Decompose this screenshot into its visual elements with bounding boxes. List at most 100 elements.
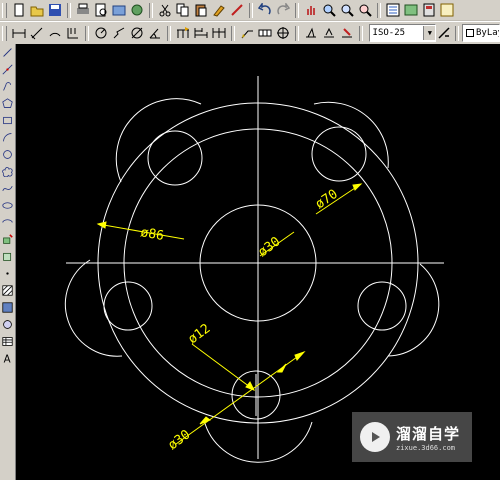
- toolbar-separator: [166, 25, 171, 41]
- lug-arc[interactable]: [313, 101, 389, 169]
- diameter-dim-icon[interactable]: [129, 25, 145, 41]
- revision-cloud-icon[interactable]: [1, 163, 14, 180]
- dim-style-select[interactable]: ISO-25 ▼: [368, 24, 437, 42]
- zoom-realtime-icon[interactable]: [321, 2, 337, 18]
- aligned-dim-icon[interactable]: [29, 25, 45, 41]
- multiline-text-icon[interactable]: A: [1, 350, 14, 367]
- polyline-icon[interactable]: [1, 78, 14, 95]
- 3d-publish-icon[interactable]: [129, 2, 145, 18]
- lug-arc[interactable]: [115, 98, 202, 183]
- layer-select[interactable]: ByLay: [462, 24, 500, 42]
- dim-text-30-bottom: ø30: [166, 427, 194, 453]
- toolbar-separator: [377, 2, 381, 18]
- print-icon[interactable]: [75, 2, 91, 18]
- layer-label: ByLay: [476, 28, 499, 38]
- tolerance-icon[interactable]: [257, 25, 273, 41]
- match-properties-icon[interactable]: [211, 2, 227, 18]
- ellipse-arc-icon[interactable]: [1, 214, 14, 231]
- toolbar-separator: [149, 2, 153, 18]
- dim-text-edit-icon[interactable]: [321, 25, 337, 41]
- baseline-dim-icon[interactable]: [193, 25, 209, 41]
- dim-arrow: [276, 363, 287, 373]
- save-icon[interactable]: [47, 2, 63, 18]
- tool-palettes-icon[interactable]: [421, 2, 437, 18]
- arc-icon[interactable]: [1, 129, 14, 146]
- new-icon[interactable]: [11, 2, 27, 18]
- dim-update-icon[interactable]: [339, 25, 355, 41]
- spline-icon[interactable]: [1, 180, 14, 197]
- ordinate-dim-icon[interactable]: [65, 25, 81, 41]
- bolt-hole[interactable]: [357, 281, 407, 331]
- open-icon[interactable]: [29, 2, 45, 18]
- dim-style-manager-icon[interactable]: [437, 25, 451, 41]
- dim-text-30-center: ø30: [256, 234, 284, 260]
- gradient-icon[interactable]: [1, 299, 14, 316]
- toolbar-separator: [455, 25, 459, 41]
- watermark-brand: 溜溜自学: [396, 424, 461, 443]
- arc-length-icon[interactable]: [47, 25, 63, 41]
- properties-icon[interactable]: [385, 2, 401, 18]
- sheet-set-icon[interactable]: [439, 2, 455, 18]
- radius-dim-icon[interactable]: [93, 25, 109, 41]
- standard-toolbar: [0, 0, 500, 21]
- dim-leader-12[interactable]: [191, 343, 255, 391]
- dim-edit-icon[interactable]: [303, 25, 319, 41]
- zoom-window-icon[interactable]: [339, 2, 355, 18]
- rectangle-icon[interactable]: [1, 112, 14, 129]
- play-logo-icon: [360, 422, 390, 452]
- toolbar-separator: [67, 2, 71, 18]
- continue-dim-icon[interactable]: [211, 25, 227, 41]
- cut-icon[interactable]: [157, 2, 173, 18]
- toolbar-grip[interactable]: [2, 25, 7, 41]
- angular-dim-icon[interactable]: [147, 25, 163, 41]
- jogged-dim-icon[interactable]: [111, 25, 127, 41]
- redo-icon[interactable]: [275, 2, 291, 18]
- paste-icon[interactable]: [193, 2, 209, 18]
- line-icon[interactable]: [1, 44, 14, 61]
- bolt-hole[interactable]: [311, 126, 367, 182]
- lug-arc[interactable]: [387, 263, 440, 357]
- toolbar-separator: [358, 25, 363, 41]
- dim-text-86: ø86: [139, 225, 165, 244]
- color-swatch: [466, 29, 474, 37]
- quick-dim-icon[interactable]: [175, 25, 191, 41]
- hatch-icon[interactable]: [1, 282, 14, 299]
- toolbar-separator: [249, 2, 253, 18]
- design-center-icon[interactable]: [403, 2, 419, 18]
- circle-icon[interactable]: [1, 146, 14, 163]
- polygon-icon[interactable]: [1, 95, 14, 112]
- dim-text-12: ø12: [186, 321, 214, 347]
- block-editor-icon[interactable]: [229, 2, 245, 18]
- dim-arrow: [294, 350, 306, 361]
- region-icon[interactable]: [1, 316, 14, 333]
- toolbar-separator: [294, 25, 299, 41]
- bolt-hole[interactable]: [103, 281, 153, 331]
- center-mark-icon[interactable]: [275, 25, 291, 41]
- ellipse-icon[interactable]: [1, 197, 14, 214]
- make-block-icon[interactable]: [1, 248, 14, 265]
- chevron-down-icon[interactable]: ▼: [423, 26, 436, 40]
- watermark: 溜溜自学 zixue.3d66.com: [352, 412, 472, 462]
- insert-block-icon[interactable]: [1, 231, 14, 248]
- print-preview-icon[interactable]: [93, 2, 109, 18]
- draw-toolbar: A: [0, 44, 16, 480]
- lug-arc[interactable]: [64, 259, 123, 357]
- dim-style-value: ISO-25: [372, 28, 406, 38]
- table-icon[interactable]: [1, 333, 14, 350]
- point-icon[interactable]: [1, 265, 14, 282]
- svg-text:A: A: [4, 354, 11, 364]
- toolbar-separator: [295, 2, 299, 18]
- leader-icon[interactable]: [239, 25, 255, 41]
- undo-icon[interactable]: [257, 2, 273, 18]
- copy-icon[interactable]: [175, 2, 191, 18]
- zoom-previous-icon[interactable]: [357, 2, 373, 18]
- toolbar-grip[interactable]: [2, 2, 7, 18]
- linear-dim-icon[interactable]: [11, 25, 27, 41]
- construction-line-icon[interactable]: [1, 61, 14, 78]
- dim-arrow: [352, 183, 363, 191]
- publish-icon[interactable]: [111, 2, 127, 18]
- dimension-toolbar: ISO-25 ▼ ByLay: [0, 21, 500, 45]
- toolbar-separator: [84, 25, 89, 41]
- pan-icon[interactable]: [303, 2, 319, 18]
- layer-value: ByLay: [463, 28, 499, 38]
